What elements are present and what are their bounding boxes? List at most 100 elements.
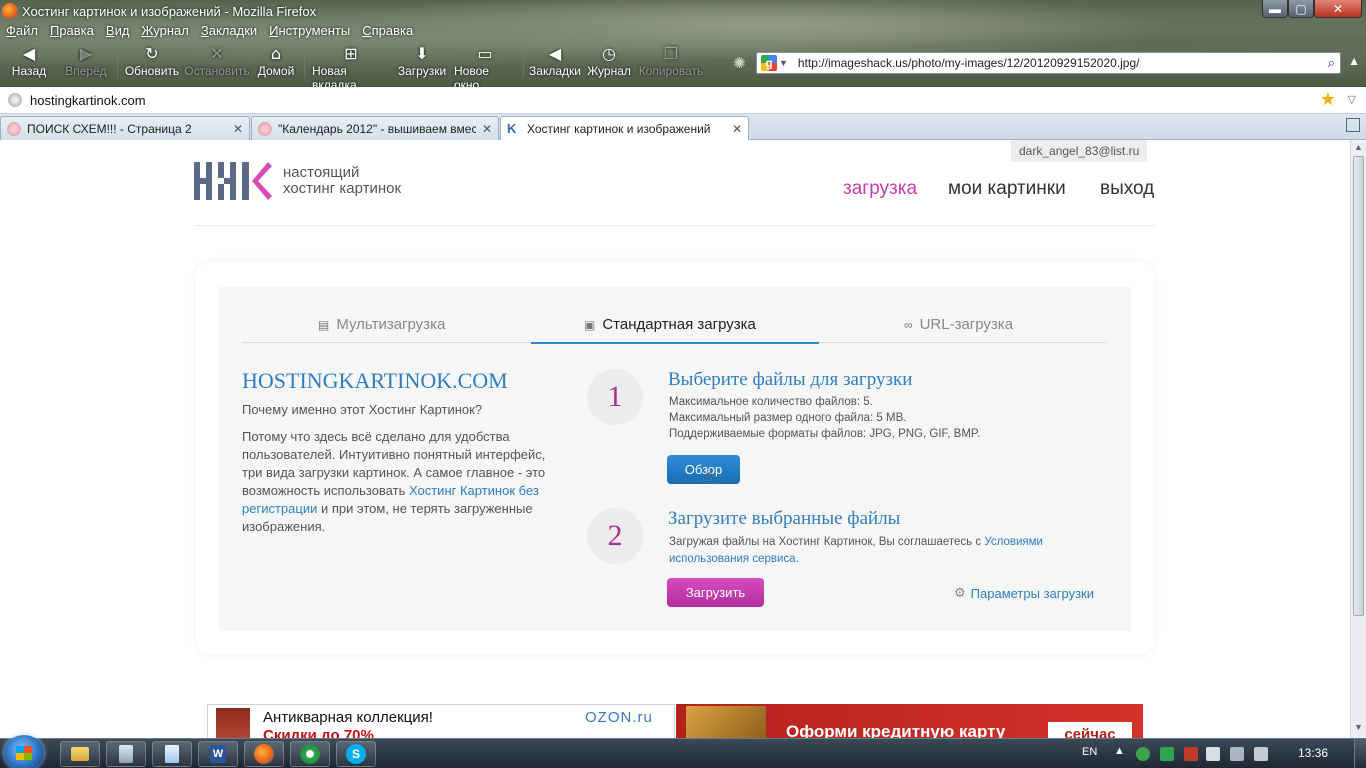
new-tab-button[interactable]: ⊞ Новая вкладка: [308, 42, 394, 92]
scroll-up-icon[interactable]: ▲: [1354, 142, 1363, 152]
back-button[interactable]: ◀ Назад: [0, 42, 58, 82]
search-engine-icon[interactable]: g: [761, 55, 777, 71]
language-indicator[interactable]: EN: [1082, 746, 1097, 758]
ad-brand-logo: OZON.ru: [585, 709, 653, 726]
tray-monitor-icon[interactable]: [1230, 747, 1244, 761]
stop-icon: ✕: [210, 44, 224, 63]
home-button[interactable]: ⌂ Домой: [251, 42, 301, 82]
tray-clock[interactable]: 13:36: [1298, 746, 1328, 760]
address-bar[interactable]: hostingkartinok.com ★ ▽: [0, 87, 1366, 114]
browser-chrome: Хостинг картинок и изображений - Mozilla…: [0, 0, 1366, 92]
user-email[interactable]: dark_angel_83@list.ru: [1011, 140, 1148, 162]
ad-cta-button[interactable]: сейчас: [1048, 722, 1132, 738]
tab-hosting[interactable]: K Хостинг картинок и изображений ✕: [500, 116, 749, 141]
maximize-button[interactable]: ▢: [1288, 0, 1314, 18]
tab-search-schemes[interactable]: ПОИСК СХЕМ!!! - Страница 2 ✕: [0, 116, 250, 140]
site-identity-icon[interactable]: [8, 93, 22, 107]
menu-bookmarks[interactable]: Закладки: [195, 22, 263, 41]
tab-standard-upload[interactable]: ▣ Стандартная загрузка: [584, 316, 756, 333]
max-file-size: Максимальный размер одного файла: 5 MB.: [669, 412, 907, 424]
tray-network-icon[interactable]: [1136, 747, 1150, 761]
forward-label: Вперёд: [65, 64, 107, 78]
tab-favicon-icon: [7, 121, 21, 136]
url-bar[interactable]: g ▼ http://imageshack.us/photo/my-images…: [756, 52, 1341, 74]
credit-card-ad-banner[interactable]: Оформи кредитную карту сейчас: [676, 704, 1143, 738]
tab-label: ПОИСК СХЕМ!!! - Страница 2: [27, 121, 192, 136]
menu-tools[interactable]: Инструменты: [263, 22, 356, 41]
tab-calendar[interactable]: "Календарь 2012" - вышиваем вмес... ✕: [251, 116, 499, 140]
close-icon[interactable]: ✕: [233, 122, 243, 136]
taskbar-icq[interactable]: [290, 741, 330, 767]
minimize-button[interactable]: ▬: [1262, 0, 1288, 18]
ad-card-image: [686, 706, 766, 738]
site-logo-icon[interactable]: [194, 162, 272, 200]
scrollbar-thumb[interactable]: [1353, 156, 1364, 616]
show-desktop-button[interactable]: [1354, 739, 1366, 768]
scroll-down-icon[interactable]: ▼: [1354, 722, 1363, 732]
toolbar-separator: [304, 46, 305, 78]
upload-settings-link[interactable]: ⚙ Параметры загрузки: [954, 585, 1094, 601]
loading-spinner-icon: ✺: [733, 55, 746, 72]
chevron-up-icon[interactable]: ▲: [1348, 54, 1360, 68]
ozon-ad-banner[interactable]: Антикварная коллекция! Скидки до 70% OZO…: [207, 704, 675, 738]
menu-bar: Файл Правка Вид Журнал Закладки Инструме…: [0, 22, 419, 41]
terms-text-part2: .: [795, 553, 799, 565]
stop-button[interactable]: ✕ Остановить: [183, 42, 251, 82]
close-window-button[interactable]: ✕: [1314, 0, 1362, 18]
step-1-number: 1: [587, 369, 643, 425]
menu-edit[interactable]: Правка: [44, 22, 100, 41]
taskbar-calculator[interactable]: [106, 741, 146, 767]
nav-logout-link[interactable]: выход: [1100, 178, 1154, 200]
taskbar-explorer[interactable]: [60, 741, 100, 767]
tray-flag-icon[interactable]: [1206, 747, 1220, 761]
tab-label: "Календарь 2012" - вышиваем вмес...: [278, 121, 476, 136]
history-button[interactable]: ◷ Журнал: [583, 42, 635, 82]
chevron-down-icon[interactable]: ▽: [1348, 93, 1356, 106]
nav-my-pictures-link[interactable]: мои картинки: [948, 178, 1066, 200]
home-icon: ⌂: [270, 44, 282, 63]
reload-button[interactable]: ↻ Обновить: [121, 42, 183, 82]
step-2-title: Загрузите выбранные файлы: [668, 508, 901, 529]
chevron-down-icon[interactable]: ▼: [779, 58, 788, 68]
taskbar-word[interactable]: W: [198, 741, 238, 767]
new-window-button[interactable]: ▭ Новое окно: [450, 42, 520, 92]
copy-button[interactable]: ❐ Копировать: [635, 42, 707, 82]
navigation-toolbar: ◀ Назад ▶ Вперёд ↻ Обновить ✕ Остановить…: [0, 42, 730, 92]
taskbar: W S EN ▲ 13:36: [0, 735, 1366, 768]
tray-security-icon[interactable]: [1160, 747, 1174, 761]
close-icon[interactable]: ✕: [482, 122, 492, 136]
nav-upload-link[interactable]: загрузка: [843, 178, 917, 200]
gear-icon: ⚙: [954, 585, 966, 600]
bookmark-star-icon[interactable]: ★: [1320, 89, 1336, 110]
taskbar-notepad[interactable]: [152, 741, 192, 767]
menu-history[interactable]: Журнал: [135, 22, 194, 41]
address-text[interactable]: hostingkartinok.com: [30, 93, 146, 108]
tab-groups-icon[interactable]: [1346, 118, 1360, 132]
tab-url-upload[interactable]: ∞ URL-загрузка: [904, 316, 1013, 333]
bookmarks-button[interactable]: ◀ Закладки: [527, 42, 583, 82]
volume-muted-icon[interactable]: [1254, 747, 1268, 761]
forward-button[interactable]: ▶ Вперёд: [58, 42, 114, 82]
download-arrow-icon: ⬇: [415, 44, 429, 63]
menu-file[interactable]: Файл: [0, 22, 44, 41]
taskbar-skype[interactable]: S: [336, 741, 376, 767]
tray-expand-icon[interactable]: ▲: [1114, 745, 1125, 757]
close-icon[interactable]: ✕: [732, 122, 742, 136]
menu-help[interactable]: Справка: [356, 22, 419, 41]
tab-multi-upload[interactable]: ▤ Мультизагрузка: [318, 316, 445, 333]
upload-settings-label: Параметры загрузки: [970, 585, 1094, 601]
vertical-scrollbar[interactable]: ▲ ▼: [1350, 140, 1366, 738]
downloads-button[interactable]: ⬇ Загрузки: [394, 42, 450, 82]
start-button[interactable]: [4, 735, 44, 768]
web-page: dark_angel_83@list.ru настоящий хостинг …: [0, 140, 1350, 738]
ad-subtitle: Скидки до 70%: [263, 727, 374, 738]
firefox-icon: [2, 3, 18, 19]
tray-antivirus-icon[interactable]: [1184, 747, 1198, 761]
tab-strip: ПОИСК СХЕМ!!! - Страница 2 ✕ "Календарь …: [0, 114, 1366, 141]
upload-submit-button[interactable]: Загрузить: [667, 578, 764, 607]
url-text[interactable]: http://imageshack.us/photo/my-images/12/…: [798, 56, 1140, 70]
taskbar-firefox[interactable]: [244, 741, 284, 767]
link-icon: ∞: [904, 317, 913, 332]
menu-view[interactable]: Вид: [100, 22, 136, 41]
search-icon[interactable]: ⌕: [1328, 55, 1335, 71]
